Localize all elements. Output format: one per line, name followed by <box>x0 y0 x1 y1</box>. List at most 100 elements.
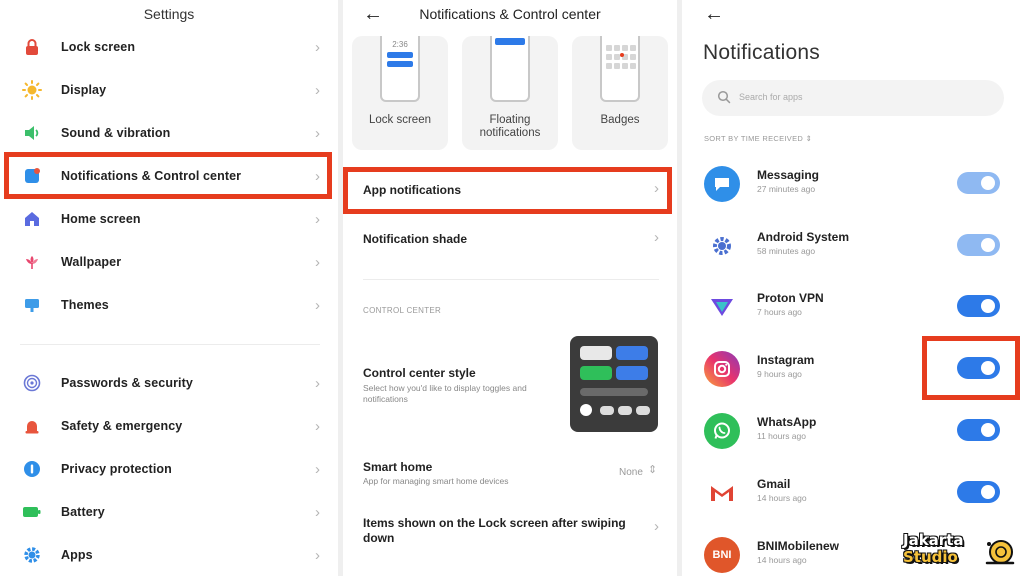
card-lock-screen[interactable]: 2:36 Lock screen <box>352 36 448 150</box>
settings-item-label: Themes <box>61 298 109 312</box>
divider <box>363 279 659 280</box>
speaker-icon <box>22 123 42 143</box>
toggle-knob <box>981 238 995 252</box>
notification-toggle[interactable] <box>957 481 1000 503</box>
notifications-control-center-panel: ← Notifications & Control center 2:36 Lo… <box>343 0 677 576</box>
app-row-messaging[interactable]: Messaging 27 minutes ago <box>682 158 1024 214</box>
chevron-right-icon: › <box>315 124 320 142</box>
highlight-box <box>4 152 332 199</box>
settings-title: Settings <box>143 6 195 22</box>
settings-item-label: Passwords & security <box>61 376 193 390</box>
toggle-knob <box>981 423 995 437</box>
watermark-line1: Jakarta <box>903 531 964 549</box>
floating-notification-bar <box>495 38 525 45</box>
settings-item-label: Safety & emergency <box>61 419 183 433</box>
phone-illustration: 2:36 <box>380 36 420 102</box>
notification-toggle[interactable] <box>957 295 1000 317</box>
chevron-right-icon: › <box>315 417 320 435</box>
app-time: 14 hours ago <box>757 555 807 565</box>
chevron-right-icon: › <box>654 229 659 246</box>
chevron-right-icon: › <box>315 374 320 392</box>
notification-bar <box>387 52 413 58</box>
app-name: BNIMobilenew <box>757 539 840 553</box>
preview-tile <box>600 406 614 415</box>
app-name: Gmail <box>757 477 791 491</box>
lock-time: 2:36 <box>392 40 408 49</box>
search-icon <box>717 90 731 104</box>
app-row-gmail[interactable]: Gmail 14 hours ago <box>682 467 1024 523</box>
settings-item-label: Home screen <box>61 212 141 226</box>
notification-shade-row[interactable]: Notification shade › <box>343 222 677 258</box>
settings-item-label: Display <box>61 83 107 97</box>
settings-item-label: Privacy protection <box>61 462 172 476</box>
settings-item-label: Battery <box>61 505 105 519</box>
proton-vpn-icon <box>704 289 740 325</box>
settings-item-safety[interactable]: Safety & emergency › <box>0 406 338 446</box>
lock-screen-items-row[interactable]: Items shown on the Lock screen after swi… <box>343 510 677 550</box>
home-icon <box>22 209 42 229</box>
app-time: 7 hours ago <box>757 307 802 317</box>
settings-item-themes[interactable]: Themes › <box>0 285 338 325</box>
smart-home-value[interactable]: None <box>619 467 643 478</box>
snail-mascot-icon <box>985 540 1015 565</box>
app-time: 14 hours ago <box>757 493 807 503</box>
sort-label-text: SORT BY TIME RECEIVED <box>704 134 804 143</box>
search-input[interactable]: Search for apps <box>702 80 1004 116</box>
app-row-whatsapp[interactable]: WhatsApp 11 hours ago <box>682 405 1024 461</box>
sun-icon <box>22 80 42 100</box>
settings-item-privacy[interactable]: Privacy protection › <box>0 449 338 489</box>
fingerprint-icon <box>22 373 42 393</box>
control-center-preview <box>570 336 658 432</box>
chevron-right-icon: › <box>315 460 320 478</box>
smart-home-subtitle: App for managing smart home devices <box>363 476 509 486</box>
chevron-right-icon: › <box>315 210 320 228</box>
card-floating-notifications[interactable]: Floating notifications <box>462 36 558 150</box>
page-title: Notifications <box>703 41 820 64</box>
card-label: Lock screen <box>368 114 431 126</box>
emergency-icon <box>22 416 42 436</box>
phone-illustration <box>600 36 640 102</box>
settings-item-home-screen[interactable]: Home screen › <box>0 199 338 239</box>
app-name: WhatsApp <box>757 415 817 429</box>
whatsapp-icon <box>704 413 740 449</box>
app-name: Messaging <box>757 168 820 182</box>
settings-item-wallpaper[interactable]: Wallpaper › <box>0 242 338 282</box>
app-row-android-system[interactable]: Android System 58 minutes ago <box>682 220 1024 276</box>
flower-icon <box>22 252 42 272</box>
settings-item-label: Lock screen <box>61 40 136 54</box>
sort-label[interactable]: SORT BY TIME RECEIVED ⇕ <box>704 134 812 143</box>
settings-item-apps[interactable]: Apps › <box>0 535 338 575</box>
settings-item-battery[interactable]: Battery › <box>0 492 338 532</box>
notifications-panel: ← Notifications Search for apps SORT BY … <box>682 0 1024 576</box>
settings-item-passwords[interactable]: Passwords & security › <box>0 363 338 403</box>
notification-toggle[interactable] <box>957 234 1000 256</box>
settings-item-lock-screen[interactable]: Lock screen › <box>0 27 338 67</box>
toggle-knob <box>981 299 995 313</box>
settings-item-label: Apps <box>61 548 93 562</box>
notification-toggle[interactable] <box>957 419 1000 441</box>
chevron-right-icon: › <box>654 518 659 535</box>
card-badges[interactable]: Badges <box>572 36 668 150</box>
notification-shade-label: Notification shade <box>363 232 468 246</box>
header: ← Notifications & Control center <box>343 0 677 30</box>
back-arrow-icon[interactable]: ← <box>704 3 724 26</box>
app-time: 11 hours ago <box>757 431 806 441</box>
divider <box>20 344 320 345</box>
app-name: Android System <box>757 230 850 244</box>
settings-item-display[interactable]: Display › <box>0 70 338 110</box>
app-row-proton-vpn[interactable]: Proton VPN 7 hours ago <box>682 281 1024 337</box>
themes-icon <box>22 295 42 315</box>
page-title: Notifications & Control center <box>419 6 601 22</box>
highlight-box <box>922 336 1020 400</box>
messaging-icon <box>704 166 740 202</box>
settings-item-sound[interactable]: Sound & vibration › <box>0 113 338 153</box>
updown-icon: ⇕ <box>648 464 658 476</box>
notification-toggle[interactable] <box>957 172 1000 194</box>
privacy-icon <box>22 459 42 479</box>
lock-screen-items-title: Items shown on the Lock screen after swi… <box>363 516 626 545</box>
highlight-box <box>343 167 672 214</box>
chevron-right-icon: › <box>315 38 320 56</box>
app-time: 27 minutes ago <box>757 184 816 194</box>
watermark-text: Jakarta Studio <box>903 532 964 566</box>
card-label: Badges <box>600 114 640 126</box>
